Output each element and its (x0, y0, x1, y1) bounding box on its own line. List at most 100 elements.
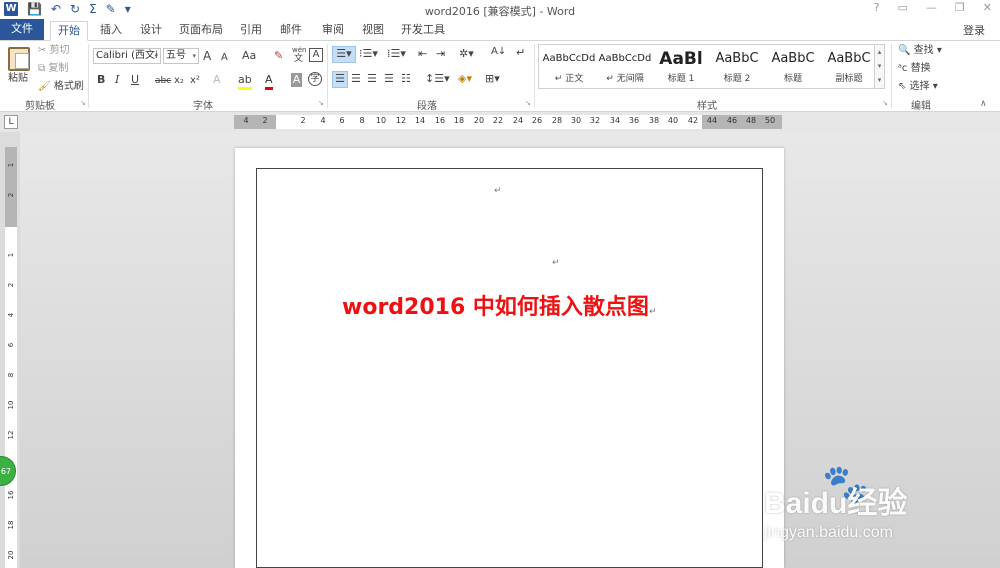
tab-review[interactable]: 审阅 (316, 21, 350, 41)
font-name-value: Calibri (西文i (96, 50, 158, 61)
ruler-number: 10 (7, 400, 15, 410)
numbering-icon[interactable]: ⁝☰▾ (359, 47, 378, 61)
font-color-icon[interactable]: A (265, 73, 273, 90)
replace-button[interactable]: ᵃc 替换 (898, 63, 931, 75)
styles-scrollbar[interactable]: ▴ ▾ ▾ (874, 44, 885, 89)
tab-design[interactable]: 设计 (134, 21, 168, 41)
close-icon[interactable]: ✕ (983, 1, 992, 14)
borders-icon[interactable]: ⊞▾ (485, 72, 500, 86)
select-button[interactable]: ⇖ 选择 ▾ (898, 81, 938, 93)
line-spacing-icon[interactable]: ↕☰▾ (425, 72, 450, 86)
tab-references[interactable]: 引用 (234, 21, 268, 41)
char-border-icon[interactable]: A (309, 48, 323, 62)
font-name-select[interactable]: Calibri (西文i ▾ (93, 48, 161, 64)
shrink-font-button[interactable]: A (221, 51, 228, 65)
style-heading-2[interactable]: AaBbC 标题 2 (709, 47, 765, 87)
minimize-icon[interactable]: — (926, 1, 937, 14)
paragraph-launcher-icon[interactable]: ↘ (525, 99, 531, 107)
tab-view[interactable]: 视图 (356, 21, 390, 41)
ruler-number: 40 (667, 116, 679, 125)
style-heading-1[interactable]: AaBl 标题 1 (653, 47, 709, 87)
underline-button[interactable]: U (131, 73, 139, 87)
enclose-char-icon[interactable]: 字 (308, 72, 322, 86)
bullets-button[interactable]: ☰▾ (332, 46, 356, 63)
find-icon: 🔍 (898, 45, 911, 56)
superscript-button[interactable]: x² (190, 74, 200, 88)
highlight-icon[interactable]: ab (238, 73, 252, 90)
help-icon[interactable]: ? (874, 1, 880, 14)
strikethrough-button[interactable]: abc (155, 74, 171, 88)
subscript-button[interactable]: x₂ (174, 74, 184, 88)
left-margin-area (234, 115, 276, 129)
align-center-icon[interactable]: ☰ (351, 72, 361, 86)
clear-format-icon[interactable]: ✎ (274, 49, 283, 63)
decrease-indent-icon[interactable]: ⇤ (418, 47, 427, 61)
copy-label: 复制 (48, 63, 69, 74)
vertical-ruler[interactable]: 1212468101214161820 (5, 147, 17, 568)
login-link[interactable]: 登录 (963, 22, 985, 38)
tab-file[interactable]: 文件 (0, 19, 44, 41)
ruler-number: 2 (262, 116, 268, 125)
chevron-down-icon: ▾ (192, 52, 196, 60)
align-left-button[interactable]: ☰ (332, 71, 348, 88)
clipboard-launcher-icon[interactable]: ↘ (80, 99, 86, 107)
ruler-number: 12 (395, 116, 407, 125)
change-case-button[interactable]: Aa (242, 49, 256, 63)
tab-home[interactable]: 开始 (50, 21, 88, 41)
select-label: 选择 (909, 81, 930, 92)
text-effects-icon[interactable]: A (213, 73, 221, 87)
ruler-number: 16 (434, 116, 446, 125)
style-title[interactable]: AaBbC 标题 (765, 47, 821, 87)
style-no-spacing[interactable]: AaBbCcDd ↵ 无间隔 (597, 47, 653, 87)
style-normal[interactable]: AaBbCcDd ↵ 正文 (541, 47, 597, 87)
window-controls: ? ▭ — ❐ ✕ (874, 1, 992, 14)
ruler-number: 18 (453, 116, 465, 125)
style-sample: AaBbCcDd (542, 53, 596, 64)
align-right-icon[interactable]: ☰ (367, 72, 377, 86)
format-painter-label: 格式刷 (53, 81, 84, 92)
multilevel-list-icon[interactable]: ⁞☰▾ (387, 47, 406, 61)
find-label: 查找 (913, 45, 934, 56)
style-name: ↵ 无间隔 (606, 74, 644, 84)
tab-selector-button[interactable]: L (4, 115, 18, 129)
copy-button[interactable]: ⧉ 复制 (38, 63, 68, 75)
collapse-ribbon-icon[interactable]: ∧ (980, 97, 987, 111)
ruler-number: 34 (609, 116, 621, 125)
font-launcher-icon[interactable]: ↘ (318, 99, 324, 107)
chinese-layout-icon[interactable]: ✲▾ (459, 47, 474, 61)
style-name: 标题 2 (723, 74, 751, 84)
replace-icon: ᵃc (898, 63, 908, 74)
show-marks-icon[interactable]: ↵ (516, 46, 525, 60)
sort-icon[interactable]: A↓ (491, 45, 506, 59)
find-button[interactable]: 🔍 查找 ▾ (898, 45, 942, 57)
justify-icon[interactable]: ☰ (384, 72, 394, 86)
char-shading-icon[interactable]: A (291, 73, 302, 87)
font-size-select[interactable]: 五号 ▾ (163, 48, 199, 64)
document-heading[interactable]: word2016 中如何插入散点图↵ (342, 289, 656, 321)
styles-launcher-icon[interactable]: ↘ (882, 99, 888, 107)
bold-button[interactable]: B (97, 73, 105, 87)
format-painter-button[interactable]: 🖌 格式刷 (38, 81, 84, 93)
style-name: 标题 (783, 74, 802, 84)
text-frame[interactable] (256, 168, 763, 568)
increase-indent-icon[interactable]: ⇥ (436, 47, 445, 61)
cut-button[interactable]: ✂ 剪切 (38, 45, 70, 57)
ruler-number: 2 (7, 192, 15, 198)
tab-page-layout[interactable]: 页面布局 (174, 21, 228, 41)
paste-button[interactable]: 粘贴 (8, 73, 28, 85)
italic-button[interactable]: I (115, 73, 119, 87)
style-subtitle[interactable]: AaBbC 副标题 (821, 47, 877, 87)
ruler-number: 20 (473, 116, 485, 125)
tab-developer[interactable]: 开发工具 (396, 21, 450, 41)
ruler-number: 20 (7, 550, 15, 560)
shading-icon[interactable]: ◈▾ (458, 72, 472, 86)
restore-icon[interactable]: ❐ (955, 1, 965, 14)
tab-mailings[interactable]: 邮件 (274, 21, 308, 41)
window-title: word2016 [兼容模式] - Word (424, 5, 576, 18)
horizontal-ruler[interactable]: 4 2 2 4 6 8 10 12 14 16 18 20 22 24 26 28 30 32 34 36 38 40 42… (234, 115, 782, 129)
ribbon-display-icon[interactable]: ▭ (898, 1, 908, 14)
paste-icon[interactable] (8, 47, 30, 71)
grow-font-button[interactable]: A (203, 49, 211, 63)
distributed-icon[interactable]: ☷ (401, 72, 411, 86)
tab-insert[interactable]: 插入 (94, 21, 128, 41)
